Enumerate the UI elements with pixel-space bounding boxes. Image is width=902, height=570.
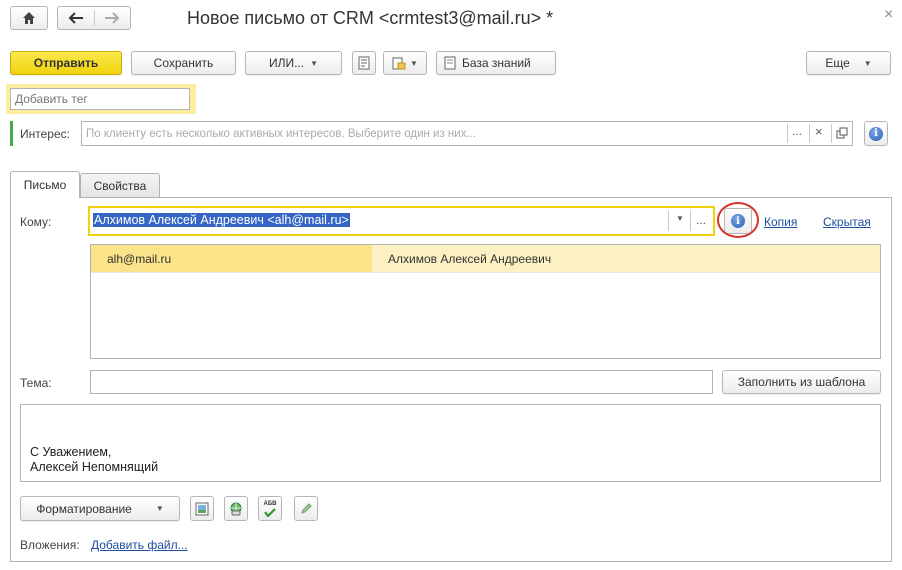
open-window-icon[interactable]	[836, 127, 848, 139]
interest-info-button[interactable]: i	[864, 121, 888, 146]
to-separator	[668, 211, 669, 231]
recipients-list: alh@mail.ru Алхимов Алексей Андреевич	[90, 244, 881, 359]
history-nav	[57, 6, 131, 30]
pencil-icon	[301, 502, 312, 514]
check-icon	[264, 507, 276, 517]
document-icon	[358, 56, 370, 70]
template-icon	[392, 57, 406, 70]
interest-placeholder: По клиенту есть несколько активных интер…	[86, 127, 477, 140]
spellcheck-icon-text: АБВ	[263, 500, 277, 507]
knowledge-base-label: База знаний	[462, 56, 531, 70]
tab-properties-label: Свойства	[93, 179, 147, 193]
home-icon	[23, 12, 35, 24]
fill-from-template-button[interactable]: Заполнить из шаблона	[722, 370, 881, 394]
interest-marker	[10, 121, 13, 146]
recipient-name: Алхимов Алексей Андреевич	[388, 252, 552, 266]
tab-letter-label: Письмо	[23, 178, 67, 192]
chevron-down-icon: ▼	[155, 504, 164, 513]
formatting-button[interactable]: Форматирование ▼	[20, 496, 180, 521]
tab-properties[interactable]: Свойства	[80, 173, 160, 198]
window-title: Новое письмо от CRM <crmtest3@mail.ru> *	[187, 8, 554, 28]
interest-separator	[831, 124, 832, 143]
subject-label: Тема:	[20, 376, 52, 390]
book-icon	[444, 56, 456, 70]
edit-button[interactable]	[294, 496, 318, 521]
close-icon[interactable]: ×	[884, 6, 893, 24]
message-body[interactable]: С Уважением, Алексей Непомнящий	[20, 404, 881, 482]
to-separator	[690, 211, 691, 231]
subject-input[interactable]	[90, 370, 713, 394]
tag-input[interactable]	[10, 88, 190, 110]
table-row[interactable]: alh@mail.ru Алхимов Алексей Андреевич	[91, 245, 880, 272]
chevron-down-icon[interactable]: ▼	[676, 214, 684, 223]
chevron-down-icon: ▼	[863, 58, 872, 68]
recipient-email: alh@mail.ru	[107, 252, 172, 266]
insert-image-button[interactable]	[190, 496, 214, 521]
signature-line-1: С Уважением,	[30, 445, 112, 459]
copy-link[interactable]: Копия	[764, 215, 797, 229]
back-arrow-icon[interactable]	[68, 12, 84, 24]
template-dropdown-button[interactable]: ▼	[383, 51, 427, 75]
to-field[interactable]: Алхимов Алексей Андреевич <alh@mail.ru> …	[88, 206, 715, 236]
save-button[interactable]: Сохранить	[131, 51, 236, 75]
send-button[interactable]: Отправить	[10, 51, 122, 75]
or-dropdown-button[interactable]: ИЛИ... ▼	[245, 51, 342, 75]
more-label: Еще	[825, 56, 850, 70]
signature-line-2: Алексей Непомнящий	[30, 460, 159, 474]
info-icon: i	[869, 126, 883, 141]
forward-arrow-icon[interactable]	[104, 12, 120, 24]
row-divider	[91, 272, 880, 273]
home-button[interactable]	[10, 6, 48, 30]
insert-link-button[interactable]	[224, 496, 248, 521]
add-file-link[interactable]: Добавить файл...	[91, 538, 188, 552]
to-label: Кому:	[20, 215, 52, 229]
attachments-label: Вложения:	[20, 538, 80, 552]
interest-separator	[809, 124, 810, 143]
to-value: Алхимов Алексей Андреевич <alh@mail.ru>	[93, 213, 350, 227]
more-button[interactable]: Еще ▼	[806, 51, 891, 75]
web-link-icon	[230, 502, 242, 515]
document-button[interactable]	[352, 51, 376, 75]
annotation-circle	[717, 202, 759, 238]
formatting-label: Форматирование	[36, 501, 132, 516]
or-dropdown-label: ИЛИ...	[268, 56, 305, 70]
hidden-copy-link[interactable]: Скрытая	[823, 215, 871, 229]
tab-letter[interactable]: Письмо	[10, 171, 80, 198]
interest-select-button[interactable]: ...	[792, 124, 802, 138]
chevron-down-icon: ▼	[310, 58, 319, 68]
to-select-button[interactable]: ...	[696, 213, 706, 227]
knowledge-base-button[interactable]: База знаний	[436, 51, 556, 75]
interest-field[interactable]: По клиенту есть несколько активных интер…	[81, 121, 853, 146]
spellcheck-button[interactable]: АБВ	[258, 496, 282, 521]
interest-clear-button[interactable]: ×	[815, 124, 823, 139]
nav-separator	[94, 10, 95, 26]
chevron-down-icon: ▼	[410, 58, 418, 68]
image-icon	[195, 502, 209, 515]
interest-separator	[787, 124, 788, 143]
interest-label: Интерес:	[20, 127, 70, 141]
